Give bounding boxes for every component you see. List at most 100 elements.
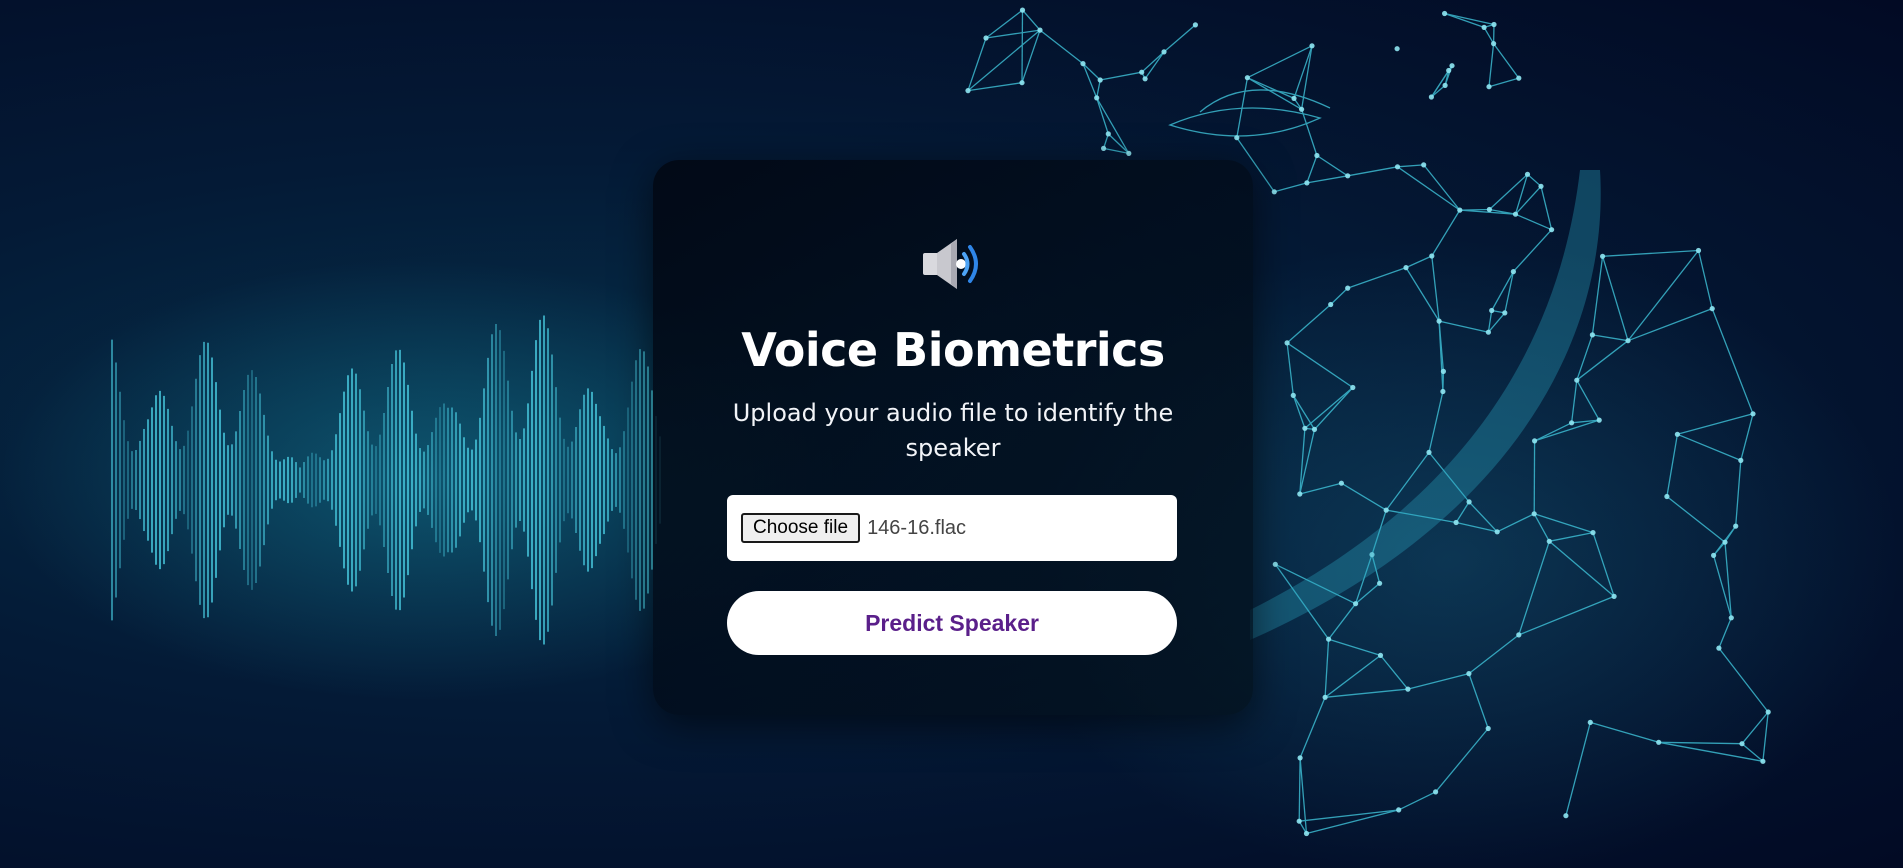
wireframe-node [1271,189,1277,195]
wireframe-node [1442,82,1448,88]
wireframe-node [1302,425,1308,431]
wireframe-node [1440,368,1446,374]
wireframe-node [1491,41,1497,47]
wireframe-edge [1540,186,1553,230]
wireframe-edge [1602,249,1699,257]
wireframe-edge [1100,71,1142,81]
wireframe-node [1297,755,1303,761]
wireframe-node [1531,511,1537,517]
wireframe-edge [1247,77,1295,99]
wireframe-node [1403,265,1409,271]
wireframe-node [1126,150,1132,156]
wireframe-node [1234,135,1240,141]
wireframe-edge [1247,77,1302,110]
upload-card: Voice Biometrics Upload your audio file … [653,160,1253,715]
wireframe-node [1322,694,1328,700]
choose-file-button[interactable]: Choose file [741,513,861,543]
wireframe-node [1290,392,1296,398]
wireframe-node [1440,388,1446,395]
file-upload-field[interactable]: Choose file 146-16.flac [727,495,1177,561]
wireframe-node [1524,171,1531,177]
wireframe-edge [1306,175,1348,184]
wireframe-node [1429,253,1435,259]
wireframe-node [1716,645,1722,651]
wireframe-node [1446,67,1452,74]
wireframe-edge [1488,43,1495,87]
wireframe-node [1485,725,1491,732]
wireframe-node [1760,758,1766,764]
wireframe-edge [1096,79,1101,99]
wireframe-node [1383,507,1389,513]
wireframe-node [983,35,989,41]
wireframe-node [1664,493,1670,500]
wireframe-node [1139,69,1145,75]
wireframe-node [1750,411,1756,417]
wireframe-node [1304,180,1310,186]
wireframe-node [1722,539,1728,545]
wireframe-edge [1022,9,1041,31]
wireframe-edge [1397,166,1461,211]
wireframe-node [1739,741,1745,747]
wireframe-node [1569,420,1575,426]
eye-outline [1168,89,1331,137]
wireframe-edge [1274,182,1308,193]
wireframe-node [1405,686,1411,692]
wireframe-edge [1515,213,1552,231]
wireframe-node [1481,24,1487,30]
wireframe-node [1299,106,1305,112]
wireframe-node [1625,338,1631,344]
wireframe-edge [1096,97,1130,154]
wireframe-node [1600,253,1606,259]
wireframe-node [1466,671,1472,677]
wireframe-edge [1141,51,1165,73]
wireframe-edge [1316,154,1349,177]
selected-file-name: 146-16.flac [867,516,967,539]
wireframe-node [1546,538,1552,544]
wireframe-edge [1347,166,1398,177]
wireframe-node [1538,183,1544,189]
wireframe-node [1314,152,1320,159]
predict-speaker-button[interactable]: Predict Speaker [727,591,1177,655]
wireframe-node [1738,457,1744,463]
wireframe-node [1733,523,1739,529]
wireframe-node [1695,247,1702,254]
wireframe-node [1192,22,1198,28]
wireframe-node [1674,431,1680,437]
wireframe-node [965,88,971,94]
wireframe-node [1765,709,1771,715]
speaker-volume-icon [923,239,978,289]
wireframe-node [1502,310,1508,316]
wireframe-node [1516,75,1522,81]
wireframe-node [1019,7,1026,13]
page-subtitle: Upload your audio file to identify the s… [732,399,1174,462]
wireframe-node [1611,593,1617,600]
wireframe-edge [1488,77,1519,88]
wireframe-node [1433,789,1439,795]
wireframe-node [1297,491,1303,497]
wireframe-node [1345,173,1351,179]
wireframe-node [1353,601,1359,607]
wireframe-edge [1163,24,1196,53]
wireframe-node [1485,329,1491,335]
wireframe-node [1428,94,1434,100]
wireframe-node [1284,340,1290,346]
wireframe-node [1466,499,1472,505]
wireframe-edge [1021,10,1024,83]
wireframe-node [1516,632,1522,638]
wireframe-node [1105,131,1111,137]
wireframe-node [1303,830,1310,837]
wireframe-node [1326,636,1332,642]
wireframe-node [1596,417,1602,423]
wireframe-node [1574,377,1580,383]
wireframe-node [1309,43,1315,49]
wireframe-edge [1144,51,1165,80]
wireframe-node [1589,332,1595,338]
page-title: Voice Biometrics [741,323,1165,377]
wireframe-node [1728,615,1734,621]
wireframe-node [1394,46,1400,52]
wireframe-edge [1082,63,1098,99]
wireframe-node [1563,813,1569,819]
wireframe-node [1549,227,1555,233]
wireframe-edge [1527,173,1542,187]
wireframe-node [1709,306,1715,312]
